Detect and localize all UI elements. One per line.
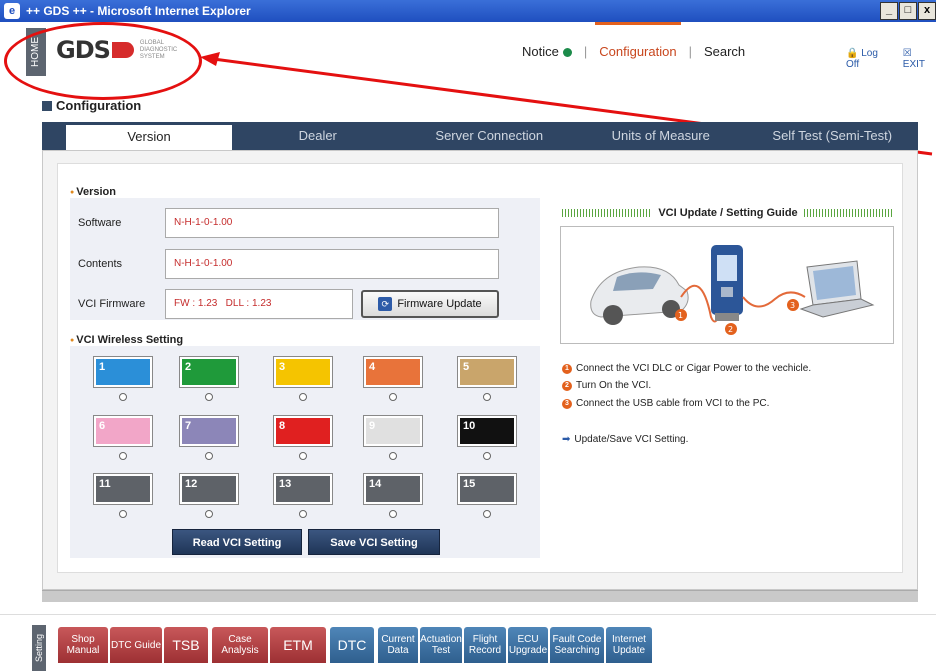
guide-hatch-left (562, 209, 653, 217)
guide-step-text: Connect the VCI DLC or Cigar Power to th… (576, 363, 812, 374)
vci-channel-swatch-14[interactable]: 14 (363, 473, 423, 505)
vci-channel-radio-6[interactable] (119, 452, 127, 460)
vci-channel-swatch-2[interactable]: 2 (179, 356, 239, 388)
bottom-toolbar: Setting Shop Manual DTC Guide TSB Case Anal… (0, 614, 936, 672)
vci-channel-swatch-15[interactable]: 15 (457, 473, 517, 505)
svg-text:3: 3 (790, 301, 795, 310)
vci-device-icon (711, 245, 743, 321)
toolbar-case-analysis-button[interactable]: Case Analysis (212, 627, 268, 663)
vci-channel-radio-15[interactable] (483, 510, 491, 518)
step-number-icon: 1 (562, 363, 572, 374)
toolbar-fault-code-searching-button[interactable]: Fault Code Searching (550, 627, 604, 663)
tab-version[interactable]: Version (66, 122, 232, 150)
tab-self-test[interactable]: Self Test (Semi-Test) (747, 122, 919, 150)
vci-channel-swatch-4[interactable]: 4 (363, 356, 423, 388)
contents-row: Contents N-H-1-0-1.00 (78, 249, 499, 279)
tab-server-connection[interactable]: Server Connection (404, 122, 576, 150)
guide-step-text: Connect the USB cable from VCI to the PC… (576, 398, 770, 409)
vci-channel-radio-14[interactable] (389, 510, 397, 518)
firmware-row: VCI Firmware FW : 1.23 DLL : 1.23 (78, 289, 353, 319)
guide-step-1: 1 Connect the VCI DLC or Cigar Power to … (562, 363, 811, 374)
page-title: Configuration (42, 98, 141, 113)
save-vci-setting-button[interactable]: Save VCI Setting (308, 529, 440, 555)
vci-setup-illustration: 1 2 3 (560, 226, 894, 344)
software-label: Software (78, 217, 122, 229)
guide-step-3: 3 Connect the USB cable from VCI to the … (562, 398, 769, 409)
page-title-text: Configuration (56, 98, 142, 113)
setup-illustration-svg: 1 2 3 (590, 245, 875, 335)
vci-channel-radio-1[interactable] (119, 393, 127, 401)
toolbar-flight-record-button[interactable]: Flight Record (464, 627, 506, 663)
firmware-value: FW : 1.23 DLL : 1.23 (165, 289, 353, 319)
svg-text:2: 2 (728, 325, 733, 334)
vci-channel-swatch-7[interactable]: 7 (179, 415, 239, 447)
setting-tab[interactable]: Setting (32, 625, 46, 671)
arrow-right-icon: ➡ (562, 434, 571, 445)
vci-channel-swatch-11[interactable]: 11 (93, 473, 153, 505)
vci-channel-radio-13[interactable] (299, 510, 307, 518)
step-number-icon: 3 (562, 398, 572, 409)
guide-title: VCI Update / Setting Guide (562, 206, 894, 220)
toolbar-shop-manual-button[interactable]: Shop Manual (58, 627, 108, 663)
car-icon (590, 266, 689, 325)
vci-channel-radio-5[interactable] (483, 393, 491, 401)
guide-hatch-right (803, 209, 894, 217)
tab-units-of-measure[interactable]: Units of Measure (575, 122, 747, 150)
vci-channel-radio-9[interactable] (389, 452, 397, 460)
firmware-update-button[interactable]: ⟳ Firmware Update (361, 290, 499, 318)
toolbar-dtc-guide-button[interactable]: DTC Guide (110, 627, 162, 663)
version-section-label: Version (70, 186, 116, 198)
guide-step-text: Turn On the VCI. (576, 380, 652, 391)
tab-dealer[interactable]: Dealer (232, 122, 404, 150)
software-value: N-H-1-0-1.00 (165, 208, 499, 238)
vci-channel-radio-2[interactable] (205, 393, 213, 401)
vci-channel-radio-8[interactable] (299, 452, 307, 460)
vci-channel-swatch-1[interactable]: 1 (93, 356, 153, 388)
title-bullet-icon (42, 100, 52, 111)
firmware-button-label: Firmware Update (397, 298, 482, 310)
firmware-label: VCI Firmware (78, 298, 146, 310)
contents-value: N-H-1-0-1.00 (165, 249, 499, 279)
vci-channel-radio-11[interactable] (119, 510, 127, 518)
vci-channel-radio-7[interactable] (205, 452, 213, 460)
laptop-icon (799, 260, 875, 318)
wireless-section-label: VCI Wireless Setting (70, 334, 183, 346)
toolbar-internet-update-button[interactable]: Internet Update (606, 627, 652, 663)
step-number-icon: 2 (562, 380, 572, 391)
vci-channel-radio-10[interactable] (483, 452, 491, 460)
contents-label: Contents (78, 258, 123, 270)
guide-step-2: 2 Turn On the VCI. (562, 380, 651, 391)
vci-channel-swatch-5[interactable]: 5 (457, 356, 517, 388)
guide-note-text: Update/Save VCI Setting. (574, 434, 689, 445)
vci-channel-swatch-6[interactable]: 6 (93, 415, 153, 447)
vci-channel-swatch-9[interactable]: 9 (363, 415, 423, 447)
guide-note: ➡ Update/Save VCI Setting. (562, 434, 688, 445)
read-vci-setting-button[interactable]: Read VCI Setting (172, 529, 302, 555)
vci-channel-swatch-8[interactable]: 8 (273, 415, 333, 447)
vci-channel-radio-12[interactable] (205, 510, 213, 518)
config-tabs: Version Dealer Server Connection Units o… (42, 122, 918, 150)
vci-channel-swatch-3[interactable]: 3 (273, 356, 333, 388)
vci-channel-swatch-13[interactable]: 13 (273, 473, 333, 505)
svg-text:1: 1 (678, 311, 683, 320)
toolbar-actuation-test-button[interactable]: Actuation Test (420, 627, 462, 663)
toolbar-tsb-button[interactable]: TSB (164, 627, 208, 663)
vci-channel-swatch-10[interactable]: 10 (457, 415, 517, 447)
vci-channel-radio-3[interactable] (299, 393, 307, 401)
toolbar-etm-button[interactable]: ETM (270, 627, 326, 663)
toolbar-current-data-button[interactable]: Current Data (378, 627, 418, 663)
vci-channel-radio-4[interactable] (389, 393, 397, 401)
firmware-icon: ⟳ (378, 297, 393, 311)
toolbar-dtc-button[interactable]: DTC (330, 627, 374, 663)
guide-title-text: VCI Update / Setting Guide (658, 207, 798, 219)
status-strip (42, 590, 918, 602)
vci-channel-swatch-12[interactable]: 12 (179, 473, 239, 505)
software-row: Software N-H-1-0-1.00 (78, 208, 499, 238)
toolbar-ecu-upgrade-button[interactable]: ECU Upgrade (508, 627, 548, 663)
